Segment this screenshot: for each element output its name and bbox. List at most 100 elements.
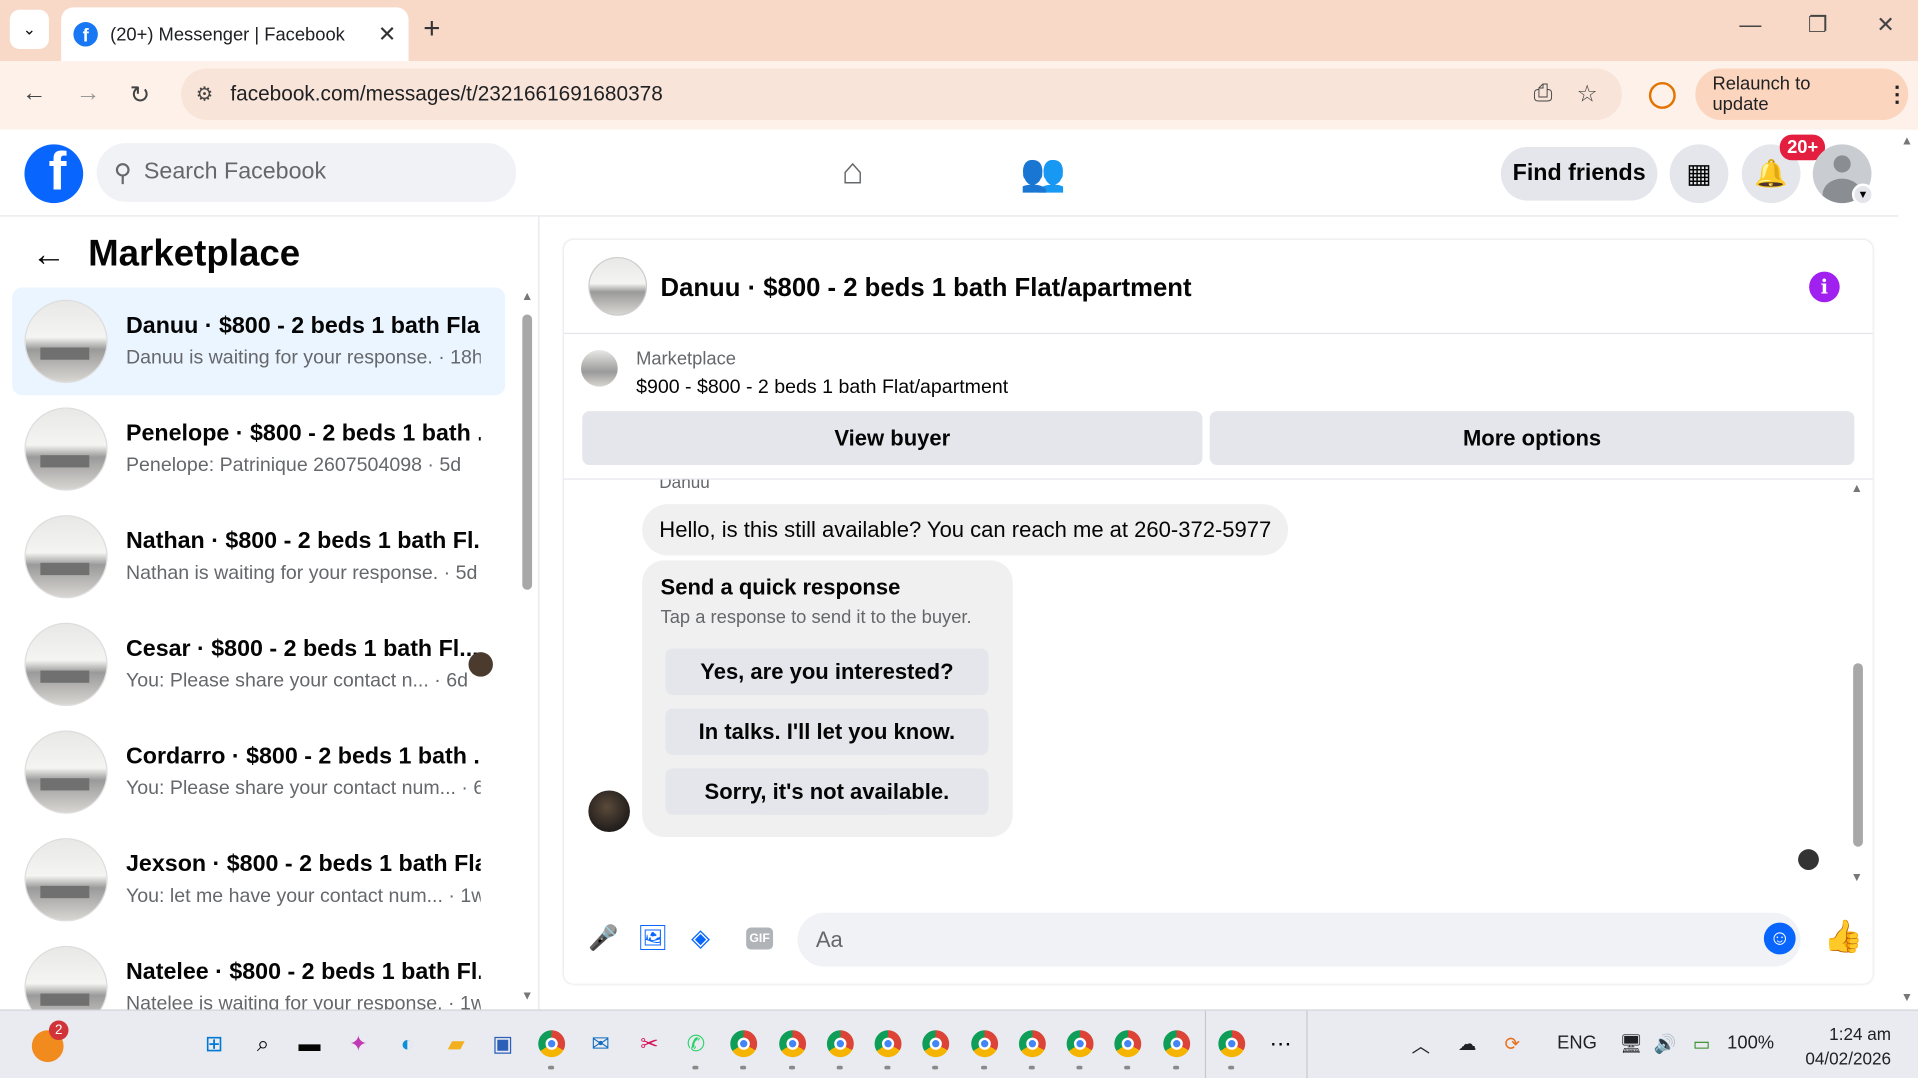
- whatsapp-icon[interactable]: ✆: [680, 1028, 712, 1060]
- running-indicator: [981, 1065, 988, 1070]
- chrome-icon[interactable]: [1016, 1028, 1048, 1060]
- snipping-tool-icon[interactable]: ✂: [634, 1028, 666, 1060]
- copilot-icon[interactable]: ✦: [342, 1028, 374, 1060]
- tab-close-icon[interactable]: ✕: [378, 21, 396, 47]
- info-icon[interactable]: i: [1809, 271, 1840, 303]
- chrome-icon[interactable]: [872, 1028, 904, 1060]
- outlook-icon[interactable]: ✉: [585, 1028, 617, 1060]
- quick-response-button[interactable]: In talks. I'll let you know.: [665, 708, 989, 755]
- sticker-icon[interactable]: ◈: [691, 923, 710, 954]
- view-buyer-button[interactable]: View buyer: [582, 411, 1203, 465]
- chat-title[interactable]: Danuu · $800 - 2 beds 1 bath Flat/apartm…: [661, 274, 1192, 303]
- menu-dots-icon[interactable]: ⋮: [1886, 81, 1908, 107]
- microphone-icon[interactable]: 🎤: [588, 923, 618, 954]
- running-indicator: [932, 1065, 939, 1070]
- file-explorer-icon[interactable]: ▰: [440, 1028, 472, 1060]
- sync-icon[interactable]: ⟳: [1505, 1033, 1520, 1055]
- battery-percent[interactable]: 100%: [1727, 1033, 1774, 1054]
- menu-grid-icon[interactable]: ▦: [1669, 144, 1729, 204]
- conversation-item[interactable]: Cesar · $800 - 2 beds 1 bath Fl... You: P…: [12, 611, 505, 719]
- conversation-name: Jexson · $800 - 2 beds 1 bath Fla...: [125, 851, 481, 878]
- chrome-icon[interactable]: [1064, 1028, 1096, 1060]
- conversation-item[interactable]: Cordarro · $800 - 2 beds 1 bath ... You: …: [12, 718, 505, 826]
- volume-icon[interactable]: 🔊: [1654, 1033, 1677, 1055]
- address-bar[interactable]: ⚙ facebook.com/messages/t/23216616916803…: [181, 68, 1622, 120]
- store-icon[interactable]: ▣: [487, 1028, 519, 1060]
- chrome-icon[interactable]: [536, 1028, 568, 1060]
- page-scroll-down-icon[interactable]: ▼: [1901, 991, 1913, 1004]
- onedrive-cloud-icon[interactable]: ☁: [1458, 1033, 1476, 1055]
- conversation-item[interactable]: Natelee · $800 - 2 beds 1 bath Fl... Nate…: [12, 934, 505, 1010]
- browser-tab[interactable]: f (20+) Messenger | Facebook ✕: [61, 7, 409, 62]
- site-info-icon[interactable]: ⚙: [196, 82, 214, 106]
- buyer-avatar[interactable]: [588, 790, 630, 833]
- chrome-icon[interactable]: [969, 1028, 1001, 1060]
- conversation-item[interactable]: Penelope · $800 - 2 beds 1 bath ... Penel…: [12, 395, 505, 503]
- install-app-icon[interactable]: ⎙: [1534, 81, 1553, 108]
- message-sender-name: Danuu: [659, 479, 710, 492]
- photo-icon[interactable]: 🖼: [637, 923, 668, 954]
- scroll-up-arrow-icon[interactable]: ▲: [521, 290, 533, 303]
- profile-icon[interactable]: [1648, 81, 1676, 109]
- windows-start-icon[interactable]: ⊞: [198, 1028, 230, 1060]
- message-composer: 🎤 🖼 ◈ GIF Aa ☺ 👍: [564, 901, 1873, 974]
- conversation-preview: You: let me have your contact num... · 1…: [125, 885, 481, 907]
- quick-response-button[interactable]: Sorry, it's not available.: [665, 768, 989, 815]
- tab-search-chevron-icon[interactable]: ⌄: [9, 9, 49, 49]
- new-tab-button[interactable]: +: [423, 12, 440, 46]
- more-options-button[interactable]: More options: [1209, 411, 1855, 465]
- relaunch-button[interactable]: Relaunch to update ⋮: [1695, 68, 1909, 120]
- listing-thumbnail: [24, 407, 108, 491]
- chrome-icon[interactable]: [1216, 1028, 1248, 1060]
- chrome-icon[interactable]: [1112, 1028, 1144, 1060]
- back-arrow-icon[interactable]: ←: [32, 235, 66, 274]
- reload-icon[interactable]: ↻: [130, 80, 151, 111]
- show-hidden-icons-chevron-up-icon[interactable]: ︿: [1412, 1033, 1430, 1059]
- scroll-down-arrow-icon[interactable]: ▼: [1851, 871, 1863, 884]
- restore-icon[interactable]: ❐: [1808, 12, 1828, 38]
- chrome-icon[interactable]: [920, 1028, 952, 1060]
- url-text[interactable]: facebook.com/messages/t/2321661691680378: [230, 82, 1533, 106]
- listing-label: Marketplace: [636, 348, 737, 370]
- back-icon[interactable]: ←: [22, 80, 46, 108]
- close-window-icon[interactable]: ✕: [1876, 12, 1894, 38]
- gif-icon[interactable]: GIF: [746, 927, 774, 950]
- scroll-down-arrow-icon[interactable]: ▼: [521, 990, 533, 1003]
- language-indicator[interactable]: ENG: [1557, 1033, 1597, 1054]
- search-icon[interactable]: ⌕: [247, 1028, 279, 1060]
- network-icon[interactable]: 🖥: [1620, 1033, 1643, 1055]
- conversation-item[interactable]: Nathan · $800 - 2 beds 1 bath Fl... Natha…: [12, 503, 505, 611]
- edge-icon[interactable]: ◐: [391, 1028, 423, 1060]
- quick-response-button[interactable]: Yes, are you interested?: [665, 648, 989, 696]
- search-input[interactable]: ⚲ Search Facebook: [96, 143, 517, 202]
- conversation-item[interactable]: Jexson · $800 - 2 beds 1 bath Fla... You:…: [12, 826, 505, 934]
- chrome-icon[interactable]: [728, 1028, 760, 1060]
- chrome-icon[interactable]: [1161, 1028, 1193, 1060]
- chat-listing-avatar[interactable]: [588, 256, 648, 316]
- chrome-icon[interactable]: [824, 1028, 856, 1060]
- minimize-icon[interactable]: —: [1739, 12, 1761, 38]
- friends-icon[interactable]: 👥: [1020, 152, 1066, 195]
- like-thumbs-up-icon[interactable]: 👍: [1824, 918, 1864, 956]
- listing-title[interactable]: $900 - $800 - 2 beds 1 bath Flat/apartme…: [636, 377, 1008, 399]
- scroll-up-arrow-icon[interactable]: ▲: [1851, 482, 1863, 495]
- forward-icon[interactable]: →: [76, 80, 100, 108]
- system-clock[interactable]: 1:24 am 04/02/2026: [1786, 1022, 1891, 1071]
- conversation-item[interactable]: Danuu · $800 - 2 beds 1 bath Fla... Danuu…: [12, 287, 506, 396]
- chat-scrollbar[interactable]: [1853, 663, 1863, 847]
- page-scroll-up-icon[interactable]: ▲: [1901, 135, 1913, 148]
- emoji-icon[interactable]: ☺: [1763, 922, 1796, 955]
- facebook-logo-icon[interactable]: f: [24, 144, 84, 204]
- message-input[interactable]: Aa: [797, 912, 1801, 967]
- account-chevron-down-icon[interactable]: ▼: [1851, 183, 1874, 206]
- home-icon[interactable]: ⌂: [842, 152, 864, 194]
- more-apps-icon[interactable]: ⋯: [1265, 1028, 1297, 1060]
- message-bubble[interactable]: Hello, is this still available? You can …: [642, 504, 1289, 556]
- task-view-icon[interactable]: ▬: [294, 1028, 326, 1060]
- chrome-icon[interactable]: [777, 1028, 809, 1060]
- listing-card: Marketplace $900 - $800 - 2 beds 1 bath …: [563, 335, 1873, 480]
- battery-icon[interactable]: ▭: [1693, 1033, 1710, 1055]
- bookmark-star-icon[interactable]: ☆: [1577, 80, 1598, 108]
- find-friends-button[interactable]: Find friends: [1500, 146, 1658, 201]
- sidebar-scrollbar[interactable]: [522, 314, 533, 590]
